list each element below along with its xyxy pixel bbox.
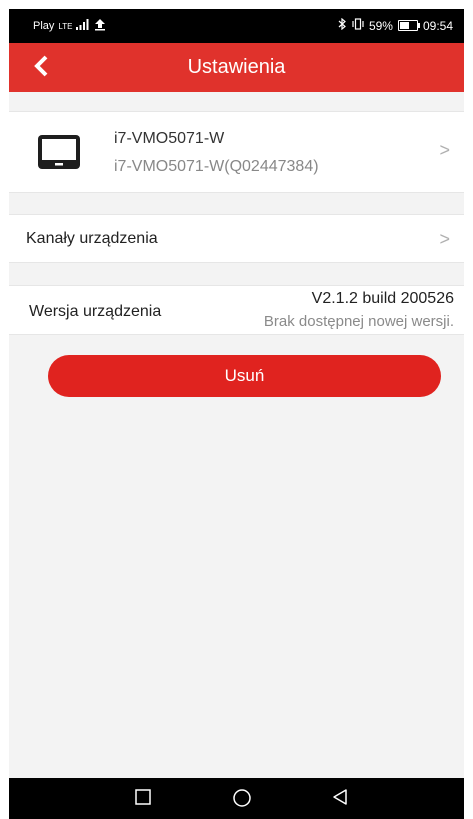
app-screen: Play LTE 59% 09:54 Ustawienia i7-VMO5071… [9, 9, 464, 819]
status-right: 59% 09:54 [338, 17, 453, 33]
device-version-label: Wersja urządzenia [29, 303, 162, 320]
chevron-right-icon: > [439, 229, 450, 249]
battery-percent: 59% [368, 18, 393, 33]
device-channels-label: Kanały urządzenia [26, 230, 158, 247]
device-item[interactable]: i7-VMO5071-W i7-VMO5071-W(Q02447384) > [9, 111, 464, 193]
device-version-item: Wersja urządzenia V2.1.2 build 200526 Br… [9, 285, 464, 335]
carrier-label: Play [33, 20, 55, 32]
recent-apps-button[interactable] [134, 788, 152, 811]
network-type-label: LTE [58, 21, 73, 31]
delete-button[interactable]: Usuń [48, 355, 441, 397]
signal-icon [76, 19, 90, 33]
status-bar: Play LTE 59% 09:54 [9, 9, 464, 43]
monitor-icon [37, 134, 81, 175]
battery-level [399, 22, 410, 29]
device-name: i7-VMO5071-W [114, 130, 225, 147]
back-nav-button[interactable] [331, 788, 349, 811]
device-serial: i7-VMO5071-W(Q02447384) [114, 158, 319, 175]
system-nav-bar [9, 778, 464, 819]
device-version-value: V2.1.2 build 200526 [311, 290, 454, 307]
upload-icon [94, 18, 106, 34]
app-bar: Ustawienia [9, 43, 464, 92]
battery-icon [397, 20, 420, 31]
vibrate-icon [352, 18, 364, 33]
chevron-right-icon: > [439, 140, 450, 160]
home-button[interactable] [232, 788, 252, 813]
device-channels-item[interactable]: Kanały urządzenia > [9, 214, 464, 263]
update-status-text: Brak dostępnej nowej wersji. [263, 313, 454, 330]
page-title: Ustawienia [187, 56, 286, 78]
clock: 09:54 [422, 18, 453, 33]
status-left: Play LTE [33, 18, 106, 34]
bluetooth-icon [338, 17, 347, 33]
